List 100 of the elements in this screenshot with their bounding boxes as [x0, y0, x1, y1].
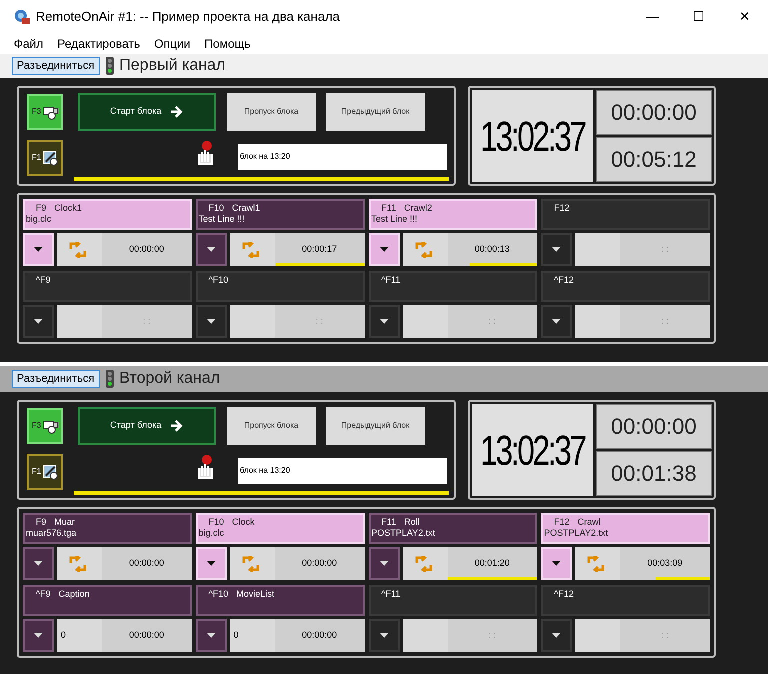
close-button[interactable]: ✕ [722, 0, 768, 34]
slot-header[interactable]: F10 Clock big.clc [196, 513, 364, 544]
slot-name: Caption [58, 589, 90, 600]
menu-item[interactable]: Редактировать [58, 35, 140, 53]
slot-key: F10 [208, 203, 224, 214]
slot-counter: 0 [61, 628, 66, 642]
slot-header[interactable]: F12 [541, 199, 710, 230]
slot-time: 00:03:09 [648, 556, 683, 570]
caret-down-icon [380, 633, 388, 638]
slot-header[interactable]: F11 Crawl2 Test Line !!! [368, 199, 538, 230]
slot-key: F11 [382, 517, 396, 528]
dropdown-button[interactable] [541, 233, 572, 266]
slot-header[interactable]: F11 Roll POSTPLAY2.txt [368, 513, 538, 544]
channel-title: Первый канал [120, 56, 226, 76]
slot-header[interactable]: F10 Crawl1 Test Line !!! [196, 199, 364, 230]
maximize-button[interactable]: ☐ [676, 0, 722, 34]
dropdown-button[interactable] [541, 619, 572, 652]
slot-key: ^F11 [382, 275, 401, 286]
arrow-right-icon [170, 420, 184, 432]
caret-down-icon [380, 247, 388, 252]
arrow-right-icon [170, 106, 184, 118]
slot-key: F11 [382, 203, 396, 214]
slot-header[interactable]: ^F9 Caption [23, 585, 192, 616]
channel-title: Второй канал [120, 369, 220, 389]
slot-counter: 0 [234, 628, 239, 642]
caret-down-icon [552, 247, 562, 252]
minimize-button[interactable]: — [630, 0, 676, 34]
dropdown-button[interactable] [23, 619, 54, 652]
slot-time: : : [661, 242, 669, 256]
dropdown-button[interactable] [541, 305, 572, 338]
block-note-field[interactable]: блок на 13:20 [238, 458, 447, 484]
slot-header[interactable]: ^F9 [23, 271, 192, 302]
caret-down-icon [34, 247, 43, 252]
slot-time: : : [661, 314, 669, 328]
caret-down-icon [380, 319, 388, 324]
dropdown-button[interactable] [23, 305, 54, 338]
slot-key: ^F9 [36, 589, 51, 600]
f1-edit-button[interactable]: F1 [27, 140, 63, 176]
slot-file: Test Line !!! [198, 214, 246, 225]
slot-header[interactable]: ^F10 MovieList [196, 585, 364, 616]
slot-header[interactable]: F9 Clock1 big.clc [23, 199, 192, 230]
traffic-light-icon [106, 57, 114, 75]
app-icon [14, 9, 30, 25]
dropdown-button[interactable] [368, 619, 400, 652]
swap-arrows-icon [242, 242, 260, 258]
f1-edit-button[interactable]: F1 [27, 454, 63, 490]
slot-name: Crawl2 [404, 203, 432, 214]
caret-down-icon [206, 633, 216, 638]
slot-time: : : [661, 628, 669, 642]
dropdown-button[interactable] [196, 305, 227, 338]
caret-down-icon [380, 561, 388, 566]
dropdown-button[interactable] [368, 547, 400, 580]
slot-time: 00:00:00 [129, 556, 164, 570]
swap-arrows-icon [242, 556, 260, 572]
f3-camera-button[interactable]: F3 [27, 408, 63, 444]
slot-name: Clock1 [54, 203, 82, 214]
caret-down-icon [34, 633, 43, 638]
slot-header[interactable]: F12 Crawl POSTPLAY2.txt [541, 513, 710, 544]
previous-block-button[interactable]: Предыдущий блок [326, 407, 425, 445]
slot-header[interactable]: F9 Muar muar576.tga [23, 513, 192, 544]
swap-arrows-icon [414, 242, 432, 258]
slot-time: 00:00:00 [129, 242, 164, 256]
block-timer: 00:00:00 [596, 90, 712, 135]
menu-item[interactable]: Опции [154, 35, 191, 53]
press-button-icon [195, 454, 215, 480]
slot-file: big.clc [26, 214, 53, 225]
menu-item[interactable]: Файл [14, 35, 44, 53]
skip-block-button[interactable]: Пропуск блока [227, 93, 316, 131]
disconnect-button[interactable]: Разъединиться [12, 57, 100, 75]
slot-header[interactable]: ^F10 [196, 271, 364, 302]
dropdown-button[interactable] [196, 233, 227, 266]
slot-time: 00:00:00 [302, 556, 338, 570]
caret-down-icon [552, 319, 562, 324]
previous-block-button[interactable]: Предыдущий блок [326, 93, 425, 131]
slot-key: ^F10 [208, 275, 228, 286]
caret-down-icon [206, 561, 216, 566]
caret-down-icon [206, 247, 216, 252]
caret-down-icon [552, 561, 562, 566]
slot-name: Muar [54, 517, 76, 528]
start-block-button[interactable]: Старт блока [78, 407, 216, 445]
disconnect-button[interactable]: Разъединиться [12, 370, 100, 388]
slot-header[interactable]: ^F12 [541, 585, 710, 616]
dropdown-button[interactable] [368, 305, 400, 338]
slot-header[interactable]: ^F11 [368, 271, 538, 302]
f3-camera-button[interactable]: F3 [27, 94, 63, 130]
slot-key: ^F12 [554, 589, 574, 600]
slot-time: : : [143, 314, 151, 328]
slot-time: : : [316, 314, 324, 328]
swap-arrows-icon [414, 556, 432, 572]
slot-file: big.clc [198, 528, 226, 539]
menu-item[interactable]: Помощь [204, 35, 251, 53]
slot-header[interactable]: ^F12 [541, 271, 710, 302]
slot-header[interactable]: ^F11 [368, 585, 538, 616]
block-note-field[interactable]: блок на 13:20 [238, 144, 447, 170]
skip-block-button[interactable]: Пропуск блока [227, 407, 316, 445]
start-block-button[interactable]: Старт блока [78, 93, 216, 131]
dropdown-button[interactable] [196, 619, 227, 652]
caret-down-icon [34, 561, 43, 566]
slot-name: Crawl1 [232, 203, 260, 214]
dropdown-button[interactable] [23, 547, 54, 580]
